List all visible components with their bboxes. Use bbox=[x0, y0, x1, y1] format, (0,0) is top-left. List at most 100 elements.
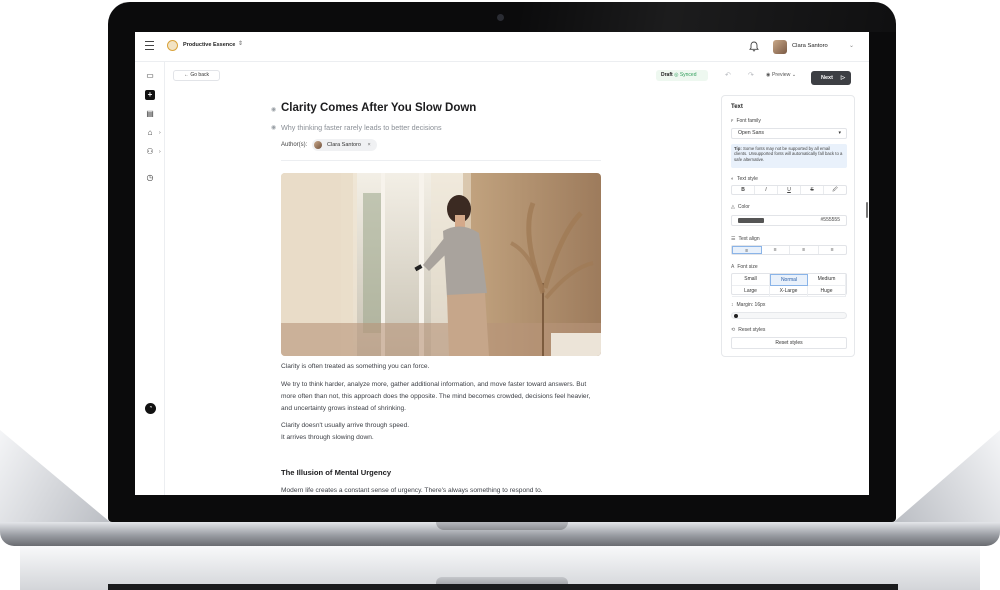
bell-icon[interactable] bbox=[749, 41, 759, 52]
eye-icon[interactable]: ◉ bbox=[271, 124, 276, 131]
font-icon: ꜰ bbox=[731, 118, 734, 124]
monitor-icon[interactable]: ▭ bbox=[145, 71, 155, 81]
left-rail: ▭ + ▤ ⌂ › ⚇ › ◷ ◔ bbox=[135, 62, 165, 495]
font-size-group: Small Normal Medium Large X-Large Huge bbox=[731, 273, 847, 297]
avatar[interactable] bbox=[773, 40, 787, 54]
laptop-mockup: Productive Essence ⇕ Clara Santoro ⌄ ▭ +… bbox=[0, 0, 1000, 590]
align-icon: ☰ bbox=[731, 236, 736, 242]
font-family-select[interactable]: Open Sans ▾ bbox=[731, 128, 847, 139]
brush-icon[interactable]: ⌂ bbox=[145, 128, 155, 138]
document-icon[interactable]: ▤ bbox=[145, 109, 155, 119]
size-huge-button[interactable]: Huge bbox=[808, 286, 846, 297]
margin-slider[interactable] bbox=[731, 312, 847, 319]
color-hex[interactable]: #555555 bbox=[821, 217, 840, 223]
size-small-button[interactable]: Small bbox=[732, 274, 770, 286]
style-icon: ◐ bbox=[731, 176, 735, 182]
highlight-button[interactable]: 🖉 bbox=[824, 186, 846, 194]
chevron-down-icon: ▾ bbox=[838, 130, 841, 136]
margin-label: ↕ Margin: 16px bbox=[731, 302, 766, 308]
author-avatar bbox=[314, 141, 322, 149]
laptop-base-left bbox=[0, 430, 110, 530]
color-picker[interactable]: #555555 bbox=[731, 215, 847, 226]
color-icon: ◬ bbox=[731, 204, 735, 210]
font-size-icon: A bbox=[731, 264, 735, 270]
reset-styles-button[interactable]: Reset styles bbox=[731, 337, 847, 349]
redo-icon[interactable]: ↷ bbox=[748, 71, 758, 81]
bold-button[interactable]: B bbox=[732, 186, 755, 194]
preview-button[interactable]: ◉ Preview ⌄ bbox=[766, 72, 796, 78]
underline-button[interactable]: U bbox=[778, 186, 801, 194]
hero-image[interactable] bbox=[281, 173, 601, 356]
author-chip[interactable]: Clara Santoro × bbox=[312, 139, 377, 151]
align-left-button[interactable]: ≡ bbox=[732, 246, 762, 254]
slider-handle[interactable] bbox=[734, 314, 738, 318]
undo-icon[interactable]: ↶ bbox=[725, 71, 735, 81]
article-title[interactable]: Clarity Comes After You Slow Down bbox=[281, 102, 476, 114]
next-label: Next bbox=[821, 75, 833, 81]
scrollbar-thumb[interactable] bbox=[866, 202, 868, 218]
tip-text: Some fonts may not be supported by all e… bbox=[734, 146, 843, 162]
size-normal-button[interactable]: Normal bbox=[770, 274, 808, 286]
lid-glare bbox=[520, 2, 896, 32]
paragraph[interactable]: Clarity is often treated as something yo… bbox=[281, 361, 601, 373]
text-style-panel: Text ꜰ Font family Open Sans ▾ Tip: Some … bbox=[721, 95, 855, 357]
preview-label: Preview bbox=[771, 72, 791, 78]
text-align-group: ≡ ≡ ≡ ≡ bbox=[731, 245, 847, 255]
clock-icon[interactable]: ◷ bbox=[145, 173, 155, 183]
strikethrough-button[interactable]: S bbox=[801, 186, 824, 194]
paragraph[interactable]: We try to think harder, analyze more, ga… bbox=[281, 379, 601, 415]
menu-icon[interactable] bbox=[145, 41, 154, 50]
chevron-right-icon[interactable]: › bbox=[159, 149, 161, 155]
divider bbox=[281, 160, 601, 161]
font-size-label: A Font size bbox=[731, 264, 758, 270]
user-name[interactable]: Clara Santoro bbox=[792, 43, 828, 49]
eye-icon[interactable]: ◉ bbox=[271, 106, 276, 113]
laptop-base-right bbox=[894, 430, 1000, 530]
remove-author-icon[interactable]: × bbox=[367, 142, 370, 148]
size-xlarge-button[interactable]: X-Large bbox=[770, 286, 808, 297]
chevron-down-icon: ⌄ bbox=[790, 72, 797, 78]
align-center-button[interactable]: ≡ bbox=[762, 246, 790, 254]
font-tip: Tip: Some fonts may not be supported by … bbox=[731, 144, 847, 168]
users-icon[interactable]: ⚇ bbox=[145, 147, 155, 157]
draft-label: Draft bbox=[661, 72, 673, 78]
camera-icon bbox=[497, 14, 504, 21]
font-family-value: Open Sans bbox=[738, 130, 764, 136]
color-label: ◬ Color bbox=[731, 204, 750, 210]
top-bar: Productive Essence ⇕ Clara Santoro ⌄ bbox=[135, 32, 869, 62]
app-screen: Productive Essence ⇕ Clara Santoro ⌄ ▭ +… bbox=[135, 32, 869, 495]
workspace-logo-icon bbox=[167, 40, 178, 51]
chevron-right-icon[interactable]: › bbox=[159, 130, 161, 136]
reset-icon: ⟲ bbox=[731, 327, 736, 333]
go-back-button[interactable]: ← Go back bbox=[173, 70, 220, 81]
align-right-button[interactable]: ≡ bbox=[790, 246, 819, 254]
section-heading[interactable]: The Illusion of Mental Urgency bbox=[281, 468, 391, 477]
article-subtitle[interactable]: Why thinking faster rarely leads to bett… bbox=[281, 123, 442, 132]
paragraph[interactable]: Modern life creates a constant sense of … bbox=[281, 485, 601, 495]
send-icon: ▷ bbox=[840, 75, 846, 81]
paragraph[interactable]: It arrives through slowing down. bbox=[281, 432, 601, 444]
base-notch bbox=[436, 522, 568, 530]
workspace-switch-icon[interactable]: ⇕ bbox=[238, 41, 243, 47]
help-icon[interactable]: ◔ bbox=[145, 403, 156, 414]
font-family-label: ꜰ Font family bbox=[731, 118, 761, 124]
paragraph[interactable]: Clarity doesn't usually arrive through s… bbox=[281, 420, 601, 432]
panel-title: Text bbox=[731, 104, 743, 110]
add-icon[interactable]: + bbox=[145, 90, 155, 100]
size-large-button[interactable]: Large bbox=[732, 286, 770, 297]
text-style-toggle-group: B I U S 🖉 bbox=[731, 185, 847, 195]
synced-label: ◎ Synced bbox=[674, 72, 697, 78]
align-justify-button[interactable]: ≡ bbox=[819, 246, 847, 254]
stand-edge bbox=[108, 584, 898, 590]
reset-label: ⟲ Reset styles bbox=[731, 327, 766, 333]
tip-label: Tip: bbox=[734, 146, 742, 151]
size-medium-button[interactable]: Medium bbox=[808, 274, 846, 286]
next-button[interactable]: Next ▷ bbox=[811, 71, 851, 85]
italic-button[interactable]: I bbox=[755, 186, 778, 194]
status-badge: Draft ◎ Synced bbox=[656, 70, 708, 81]
text-align-label: ☰ Text align bbox=[731, 236, 760, 242]
text-style-label: ◐ Text style bbox=[731, 176, 758, 182]
chevron-down-icon[interactable]: ⌄ bbox=[849, 42, 854, 49]
color-swatch[interactable] bbox=[738, 218, 764, 223]
workspace-name[interactable]: Productive Essence bbox=[183, 42, 235, 48]
